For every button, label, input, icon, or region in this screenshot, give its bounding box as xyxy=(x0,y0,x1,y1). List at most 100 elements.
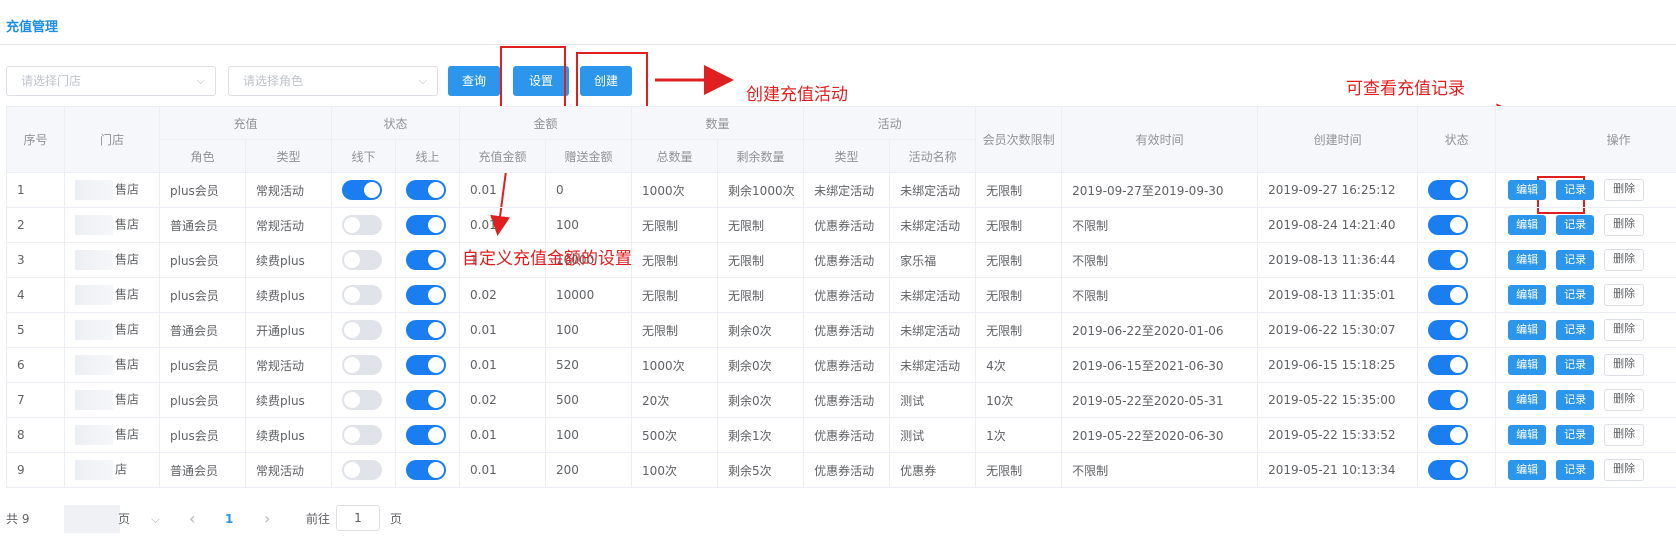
records-button[interactable]: 记录 xyxy=(1556,390,1595,410)
delete-button[interactable]: 删除 xyxy=(1604,179,1645,201)
goto-prefix: 前往 xyxy=(306,512,331,526)
role-select[interactable]: 请选择角色 ⌵ xyxy=(228,66,438,96)
offline-toggle[interactable] xyxy=(342,180,383,200)
records-button[interactable]: 记录 xyxy=(1556,215,1595,235)
records-button[interactable]: 记录 xyxy=(1556,285,1595,305)
recharge-table: 序号 门店 充值 状态 金额 数量 活动 会员次数限制 有效时间 创建时间 状态… xyxy=(6,106,1676,488)
online-toggle[interactable] xyxy=(406,425,447,445)
online-toggle[interactable] xyxy=(406,355,447,375)
table-row: 1 售店 plus会员 常规活动 0.01 0 1000次 剩余1000次 未绑… xyxy=(6,172,1676,208)
offline-toggle[interactable] xyxy=(342,250,383,270)
edit-button[interactable]: 编辑 xyxy=(1508,425,1547,445)
state-toggle[interactable] xyxy=(1428,285,1469,305)
cell-activity-type: 优惠券活动 xyxy=(803,417,891,453)
cell-recharge-amount: 0.01 xyxy=(459,312,547,348)
state-toggle[interactable] xyxy=(1428,180,1469,200)
delete-button[interactable]: 删除 xyxy=(1604,354,1645,376)
edit-button[interactable]: 编辑 xyxy=(1508,390,1547,410)
delete-button[interactable]: 删除 xyxy=(1604,319,1645,341)
edit-button[interactable]: 编辑 xyxy=(1508,250,1547,270)
online-toggle[interactable] xyxy=(406,320,447,340)
records-button[interactable]: 记录 xyxy=(1556,355,1595,375)
records-button[interactable]: 记录 xyxy=(1556,425,1595,445)
edit-button[interactable]: 编辑 xyxy=(1508,215,1547,235)
store-select[interactable]: 请选择门店 ⌵ xyxy=(6,66,216,96)
offline-toggle[interactable] xyxy=(342,460,383,480)
state-toggle[interactable] xyxy=(1428,390,1469,410)
cell-created-time: 2019-08-24 14:21:40 xyxy=(1257,207,1419,243)
delete-button[interactable]: 删除 xyxy=(1604,459,1645,481)
cell-created-time: 2019-06-15 15:18:25 xyxy=(1257,347,1419,383)
state-toggle[interactable] xyxy=(1428,250,1469,270)
offline-toggle[interactable] xyxy=(342,390,383,410)
state-toggle[interactable] xyxy=(1428,320,1469,340)
cell-state xyxy=(1417,172,1497,208)
cell-remaining: 剩余1000次 xyxy=(717,172,805,208)
cell-state xyxy=(1417,277,1497,313)
edit-button[interactable]: 编辑 xyxy=(1508,285,1547,305)
goto-page-input[interactable]: 1 xyxy=(336,505,380,531)
online-toggle[interactable] xyxy=(406,460,447,480)
chevron-down-icon: ⌵ xyxy=(418,74,427,87)
cell-store: 售店 xyxy=(64,417,160,453)
delete-button[interactable]: 删除 xyxy=(1604,284,1645,306)
cell-gift-amount: 0 xyxy=(545,172,633,208)
online-toggle[interactable] xyxy=(406,285,447,305)
cell-created-time: 2019-09-27 16:25:12 xyxy=(1257,172,1419,208)
records-button[interactable]: 记录 xyxy=(1556,320,1595,340)
cell-activity-type: 优惠券活动 xyxy=(803,207,891,243)
annotation-create-text: 创建充值活动 xyxy=(746,85,848,105)
cell-recharge-amount: 0.01 xyxy=(459,347,547,383)
offline-toggle[interactable] xyxy=(342,320,383,340)
online-toggle[interactable] xyxy=(406,250,447,270)
online-toggle[interactable] xyxy=(406,390,447,410)
delete-button[interactable]: 删除 xyxy=(1604,214,1645,236)
records-button[interactable]: 记录 xyxy=(1556,180,1595,200)
records-button[interactable]: 记录 xyxy=(1556,460,1595,480)
cell-type: 常规活动 xyxy=(244,207,333,243)
store-select-placeholder: 请选择门店 xyxy=(21,74,82,88)
blurred-store-name xyxy=(75,425,113,445)
online-toggle[interactable] xyxy=(406,180,447,200)
cell-online xyxy=(395,382,461,418)
page-size-chevron-icon[interactable]: ⌵ xyxy=(151,505,160,533)
next-page-button[interactable]: › xyxy=(264,505,270,533)
cell-recharge-amount: 0.01 xyxy=(459,207,547,243)
state-toggle[interactable] xyxy=(1428,425,1469,445)
query-button[interactable]: 查询 xyxy=(448,66,500,96)
edit-button[interactable]: 编辑 xyxy=(1508,180,1547,200)
cell-valid-time: 2019-05-22至2020-05-31 xyxy=(1061,382,1259,418)
records-button[interactable]: 记录 xyxy=(1556,250,1595,270)
state-toggle[interactable] xyxy=(1428,460,1469,480)
state-toggle[interactable] xyxy=(1428,215,1469,235)
cell-activity-type: 优惠券活动 xyxy=(803,312,891,348)
blurred-store-name xyxy=(75,390,113,410)
cell-ops: 编辑 记录 删除 xyxy=(1495,452,1676,488)
edit-button[interactable]: 编辑 xyxy=(1508,320,1547,340)
cell-index: 3 xyxy=(6,242,65,278)
offline-toggle[interactable] xyxy=(342,425,383,445)
delete-button[interactable]: 删除 xyxy=(1604,424,1645,446)
cell-role: plus会员 xyxy=(159,347,246,383)
cell-gift-amount: 100 xyxy=(545,207,633,243)
cell-limit: 无限制 xyxy=(975,452,1063,488)
edit-button[interactable]: 编辑 xyxy=(1508,355,1547,375)
cell-total: 100次 xyxy=(631,452,719,488)
cell-type: 常规活动 xyxy=(244,452,333,488)
edit-button[interactable]: 编辑 xyxy=(1508,460,1547,480)
offline-toggle[interactable] xyxy=(342,215,383,235)
current-page[interactable]: 1 xyxy=(225,505,233,533)
state-toggle[interactable] xyxy=(1428,355,1469,375)
cell-limit: 无限制 xyxy=(975,312,1063,348)
delete-button[interactable]: 删除 xyxy=(1604,389,1645,411)
delete-button[interactable]: 删除 xyxy=(1604,249,1645,271)
cell-limit: 无限制 xyxy=(975,172,1063,208)
cell-created-time: 2019-05-21 10:13:34 xyxy=(1257,452,1419,488)
table-row: 4 售店 plus会员 续费plus 0.02 10000 无限制 无限制 优惠… xyxy=(6,277,1676,313)
cell-limit: 1次 xyxy=(975,417,1063,453)
prev-page-button[interactable]: ‹ xyxy=(189,505,195,533)
cell-activity-type: 优惠券活动 xyxy=(803,347,891,383)
online-toggle[interactable] xyxy=(406,215,447,235)
offline-toggle[interactable] xyxy=(342,285,383,305)
offline-toggle[interactable] xyxy=(342,355,383,375)
